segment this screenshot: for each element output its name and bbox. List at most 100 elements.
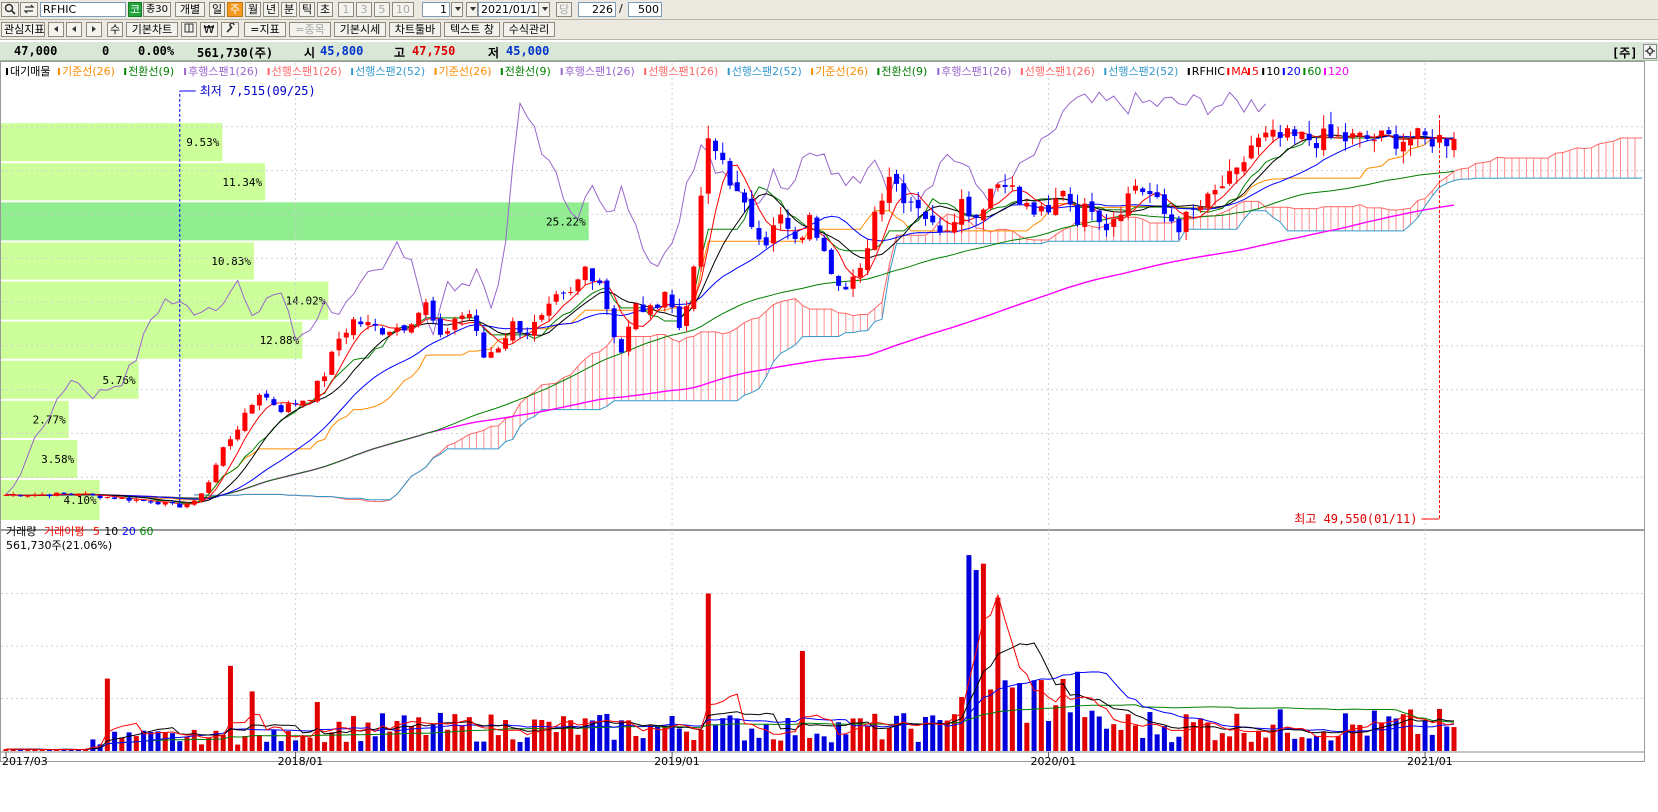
- candle-body: [988, 188, 994, 209]
- x-axis-label: 2017/03: [2, 755, 48, 768]
- candle-body: [307, 399, 313, 401]
- period-button-4[interactable]: 분: [281, 2, 297, 17]
- candle-body: [669, 294, 675, 308]
- date-prev-icon[interactable]: [466, 2, 478, 17]
- volume-bar: [1371, 710, 1377, 751]
- legend-swatch: [267, 68, 270, 75]
- volume-bar: [720, 718, 726, 751]
- interval-button-2[interactable]: 5: [374, 2, 390, 17]
- volume-bar: [358, 741, 364, 751]
- legend-swatch: [877, 68, 880, 75]
- period-button-5[interactable]: 틱: [299, 2, 315, 17]
- candle-body: [966, 196, 972, 217]
- won-button[interactable]: ₩: [200, 22, 218, 37]
- candle-body: [1350, 133, 1356, 138]
- mode-button[interactable]: 개별: [175, 2, 205, 17]
- volume-bar: [741, 740, 747, 751]
- volume-bar: [915, 741, 921, 751]
- volume-bar: [1161, 726, 1167, 751]
- candle-body: [1169, 214, 1175, 222]
- settings-icon[interactable]: [1643, 44, 1657, 59]
- candle-body: [1183, 211, 1189, 233]
- candle-body: [597, 280, 603, 284]
- interval-input[interactable]: 1: [422, 2, 450, 17]
- volume-profile-label: 11.34%: [222, 176, 262, 189]
- chart-canvas[interactable]: 4.10% 3.58% 2.77% 5.76% 12.88% 14.02% 10.83% 25…: [0, 61, 1658, 812]
- volume-profile-label: 3.58%: [41, 453, 74, 466]
- period-button-6[interactable]: 초: [317, 2, 333, 17]
- candle-body: [1024, 202, 1030, 207]
- candle-body: [524, 332, 530, 334]
- candle-body: [170, 501, 176, 504]
- candle-body: [546, 303, 552, 316]
- volume-bar: [1212, 740, 1218, 751]
- dang-button[interactable]: 당: [556, 2, 572, 17]
- volume-bar: [1364, 735, 1370, 751]
- period-button-0[interactable]: 일: [209, 2, 225, 17]
- legend-item: 선행스팬1(26): [272, 65, 342, 78]
- open-price: 45,800: [320, 44, 364, 58]
- volume-profile-label: 4.10%: [63, 494, 96, 507]
- candle-body: [46, 494, 52, 497]
- total-input[interactable]: 500: [628, 2, 662, 17]
- date-dropdown[interactable]: [538, 2, 550, 17]
- indicator-button[interactable]: =지표: [244, 22, 286, 37]
- candle-body: [756, 228, 762, 240]
- plus-button[interactable]: 수: [107, 22, 123, 37]
- volume-bar: [1248, 741, 1254, 751]
- volume-bar: [1198, 718, 1204, 751]
- formula-manage-button[interactable]: 수식관리: [503, 22, 555, 37]
- interval-dropdown[interactable]: [451, 2, 463, 17]
- volume-bar: [778, 740, 784, 751]
- interval-button-0[interactable]: 1: [338, 2, 354, 17]
- volume-bar: [539, 719, 545, 751]
- period-button-1[interactable]: 주: [227, 2, 243, 17]
- candle-body: [698, 195, 704, 267]
- text-window-button[interactable]: 텍스트 창: [444, 22, 500, 37]
- group-badge[interactable]: 종30: [143, 2, 171, 17]
- prev-icon[interactable]: [66, 22, 82, 37]
- candle-body: [1053, 198, 1059, 215]
- candle-body: [278, 405, 284, 413]
- legend-item: 선행스팬1(26): [648, 65, 718, 78]
- candle-body: [1096, 210, 1102, 223]
- first-icon[interactable]: [48, 22, 64, 37]
- volume-bar: [553, 732, 559, 751]
- search-icon[interactable]: [1, 2, 19, 17]
- indicator-menu-button[interactable]: 관심지표: [1, 22, 45, 37]
- candle-body: [568, 291, 574, 293]
- volume-bar: [575, 734, 581, 751]
- low-label: 저: [488, 46, 500, 60]
- refresh-icon[interactable]: [20, 2, 38, 17]
- wrench-icon[interactable]: [221, 22, 239, 37]
- candle-body: [1429, 138, 1435, 147]
- period-button-3[interactable]: 년: [263, 2, 279, 17]
- candle-body: [720, 152, 726, 161]
- candle-body: [206, 482, 212, 493]
- current-price: 47,000: [14, 44, 58, 58]
- candle-body: [503, 338, 509, 349]
- count-input[interactable]: 226: [578, 2, 616, 17]
- basic-chart-button[interactable]: 기본차트: [126, 22, 178, 37]
- candle-body: [734, 182, 740, 192]
- next-icon[interactable]: [86, 22, 102, 37]
- period-button-2[interactable]: 월: [245, 2, 261, 17]
- grid-icon[interactable]: [181, 22, 197, 37]
- volume-bar: [495, 735, 501, 751]
- candle-body: [184, 504, 190, 508]
- volume-bar: [1400, 714, 1406, 751]
- legend-swatch: [1187, 68, 1190, 75]
- candle-body: [1038, 206, 1044, 212]
- interval-button-3[interactable]: 10: [392, 2, 414, 17]
- volume-bar: [698, 730, 704, 751]
- candle-body: [763, 237, 769, 246]
- candle-body: [611, 308, 617, 338]
- symbol-input[interactable]: RFHIC: [40, 2, 126, 17]
- candle-body: [1444, 138, 1450, 147]
- candle-body: [148, 501, 154, 503]
- item-button[interactable]: =종목: [289, 22, 331, 37]
- basic-quote-button[interactable]: 기본시세: [334, 22, 386, 37]
- interval-button-1[interactable]: 3: [356, 2, 372, 17]
- candle-body: [1060, 190, 1066, 197]
- chart-toolbar-button[interactable]: 차트툴바: [389, 22, 441, 37]
